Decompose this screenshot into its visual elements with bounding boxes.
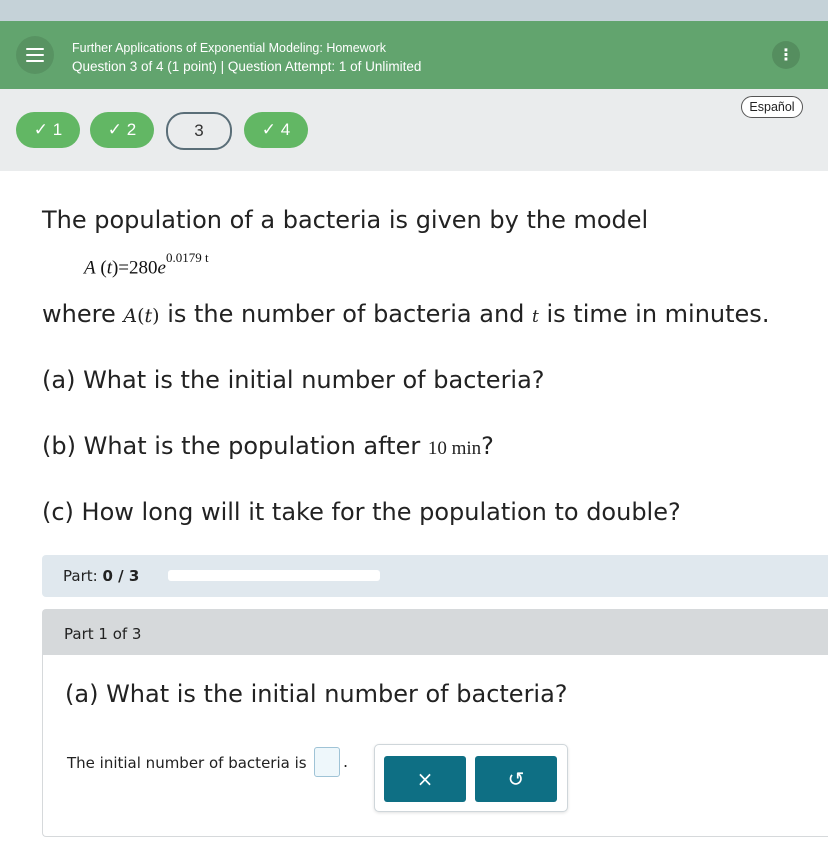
question-2-button[interactable]: ✓ 2 [90,112,154,148]
formula-arg: t [106,257,112,279]
question-1-button[interactable]: ✓ 1 [16,112,80,148]
formula-eq: = [118,257,130,279]
part-progress: Part: 0 / 3 [42,555,828,597]
where-t: t [532,307,539,327]
question-part-c: (c) How long will it take for the popula… [42,498,681,526]
progress-label-text: Part: [63,567,98,585]
question-intro: The population of a bacteria is given by… [42,206,649,234]
where-mid: is the number of bacteria and [159,300,533,328]
model-formula: A (t)=280e0.0179 t [84,250,209,279]
where-suffix: is time in minutes. [538,300,770,328]
part-header: Part 1 of 3 [43,610,828,655]
where-prefix: where [42,300,124,328]
question-part-a: (a) What is the initial number of bacter… [42,366,545,394]
answer-label: The initial number of bacteria is [67,754,307,772]
question-where: where A(t) is the number of bacteria and… [42,300,770,328]
assignment-title: Further Applications of Exponential Mode… [72,41,387,55]
espanol-button[interactable]: Español [741,96,803,118]
where-t-arg: t [144,305,153,327]
part-header-label: Part 1 of 3 [64,625,142,643]
formula-coef: 280 [129,257,158,279]
formula-lhs: A [84,257,96,279]
hamburger-menu-icon[interactable] [16,36,54,74]
question-status: Question 3 of 4 (1 point) | Question Att… [72,59,422,74]
formula-base: e [157,257,166,279]
formula-exponent: 0.0179 t [165,250,209,265]
question-part-b: (b) What is the population after 10 min? [42,432,494,460]
part-b-prefix: (b) What is the population after [42,432,428,460]
part-b-suffix: ? [481,432,494,460]
progress-value: 0 / 3 [102,567,140,585]
progress-label: Part: 0 / 3 [63,567,139,585]
where-A: A [123,305,138,327]
answer-period: . [343,752,349,771]
question-4-button[interactable]: ✓ 4 [244,112,308,148]
part-question: (a) What is the initial number of bacter… [65,680,568,708]
part-card: Part 1 of 3 (a) What is the initial numb… [42,609,828,837]
answer-input[interactable] [314,747,340,777]
top-strip [0,0,828,21]
progress-track [168,570,380,581]
vertical-ellipsis-icon[interactable]: ⋮ [772,41,800,69]
clear-x-icon[interactable]: × [384,756,466,802]
undo-icon[interactable]: ↺ [475,756,557,802]
answer-tools: × ↺ [374,744,568,812]
question-3-button[interactable]: 3 [166,112,232,150]
part-b-value: 10 min [427,438,482,459]
assignment-header: Further Applications of Exponential Mode… [0,21,828,89]
